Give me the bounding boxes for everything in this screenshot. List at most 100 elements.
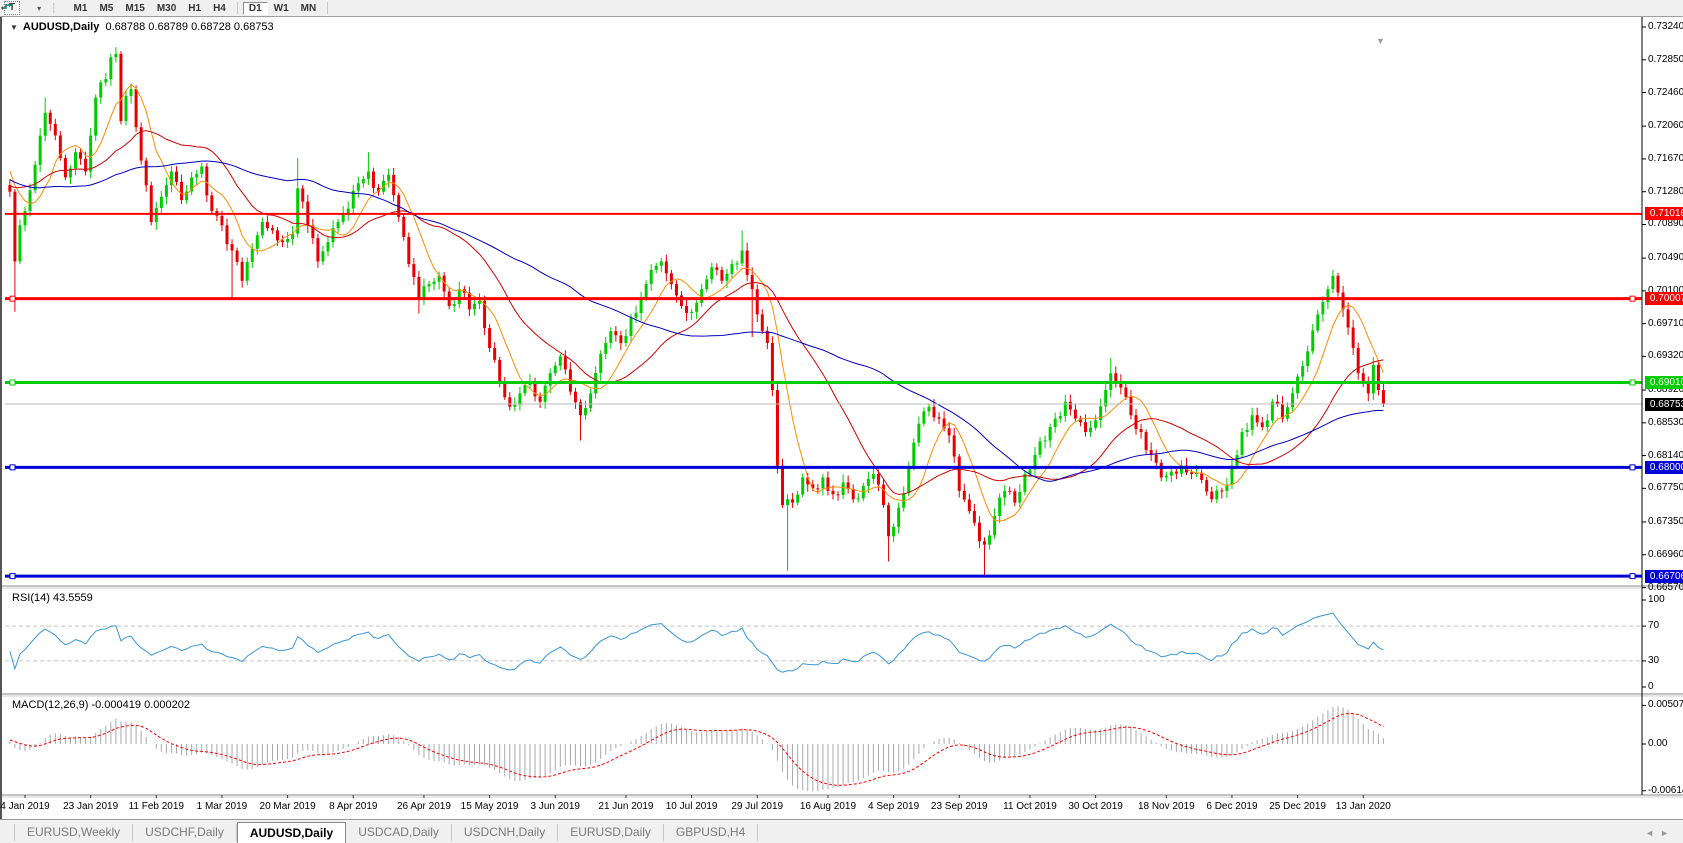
candle-body <box>392 175 395 195</box>
tab-eurusd-daily[interactable]: EURUSD,Daily <box>558 824 664 841</box>
toolbar-grip[interactable]: ┆ <box>51 3 57 14</box>
timeframe-button-M1[interactable]: M1 <box>68 2 94 15</box>
candle-body <box>145 161 148 186</box>
price-axis-tick: 0.67350 <box>1648 516 1683 528</box>
date-label: 18 Nov 2019 <box>1130 801 1202 812</box>
candle-body <box>650 270 653 284</box>
candle-body <box>220 216 223 226</box>
date-label: 16 Aug 2019 <box>792 801 864 812</box>
candle-body <box>18 225 21 261</box>
tab-usdchf-daily[interactable]: USDCHF,Daily <box>133 824 237 841</box>
timeframe-button-W1[interactable]: W1 <box>268 2 295 15</box>
hline-handle[interactable] <box>1630 465 1635 470</box>
hline-handle[interactable] <box>1630 296 1635 301</box>
candle-body <box>882 485 885 506</box>
tab-eurusd-weekly[interactable]: EURUSD,Weekly <box>14 824 133 841</box>
candle-body <box>887 505 890 536</box>
candle-body <box>1170 472 1173 476</box>
price-axis-tick: 0.69710 <box>1648 318 1683 330</box>
candle-body <box>1357 348 1360 373</box>
candle-body <box>49 113 52 124</box>
chart-shift-marker-icon[interactable]: ▼ <box>1376 36 1385 46</box>
candle-body <box>433 282 436 285</box>
hline-handle[interactable] <box>1630 574 1635 579</box>
timeframe-button-H4[interactable]: H4 <box>207 2 232 15</box>
tab-scroll-right-icon[interactable]: ► <box>1660 828 1675 838</box>
candle-body <box>1377 365 1380 390</box>
candle-body <box>922 411 925 423</box>
candle-body <box>119 54 122 121</box>
candle-body <box>236 251 239 262</box>
timeframe-button-M5[interactable]: M5 <box>93 2 119 15</box>
hline-handle[interactable] <box>10 296 15 301</box>
hline-handle[interactable] <box>1630 380 1635 385</box>
candle-body <box>715 267 718 270</box>
candle-body <box>200 166 203 173</box>
candle-body <box>1241 432 1244 455</box>
candle-body <box>680 295 683 306</box>
timeframe-button-MN[interactable]: MN <box>295 2 323 15</box>
rsi-axis-tick: 30 <box>1648 655 1659 667</box>
tab-usdcnh-daily[interactable]: USDCNH,Daily <box>452 824 558 841</box>
hline-handle[interactable] <box>10 574 15 579</box>
price-axis-tick: 0.72460 <box>1648 87 1683 99</box>
candle-body <box>276 230 279 240</box>
candle-body <box>195 174 198 178</box>
candle-body <box>1321 302 1324 314</box>
candle-body <box>781 466 784 505</box>
hline-handle[interactable] <box>10 380 15 385</box>
candle-body <box>826 477 829 490</box>
candle-body <box>801 477 804 494</box>
date-label: 13 Jan 2020 <box>1327 801 1399 812</box>
date-label: 4 Sep 2019 <box>858 801 930 812</box>
candle-body <box>761 314 764 330</box>
candle-body <box>948 428 951 435</box>
candle-body <box>1296 377 1299 394</box>
candle-body <box>852 489 855 499</box>
candle-body <box>39 136 42 165</box>
candle-body <box>296 188 299 233</box>
price-axis-tick: 0.68140 <box>1648 450 1683 462</box>
tab-gbpusd-h4[interactable]: GBPUSD,H4 <box>664 824 758 841</box>
macd-axis-tick: 0.00 <box>1648 738 1667 750</box>
candle-body <box>1039 441 1042 454</box>
candle-body <box>1049 427 1052 440</box>
candle-body <box>690 312 693 313</box>
tab-scroll-arrows[interactable]: ◄► <box>1645 828 1675 838</box>
hline-handle[interactable] <box>10 465 15 470</box>
candle-body <box>422 286 425 297</box>
candle-body <box>867 479 870 486</box>
tab-audusd-daily[interactable]: AUDUSD,Daily <box>237 822 346 843</box>
date-label: 10 Jul 2019 <box>656 801 728 812</box>
price-axis-tick: 0.67750 <box>1648 482 1683 494</box>
candle-body <box>104 79 107 82</box>
date-label: 30 Oct 2019 <box>1060 801 1132 812</box>
timeframe-button-D1[interactable]: D1 <box>243 2 268 15</box>
candle-body <box>1352 328 1355 348</box>
candle-body <box>816 488 819 489</box>
timeframe-button-M30[interactable]: M30 <box>151 2 182 15</box>
timeframe-group: M1M5M15M30H1H4 D1W1MN <box>68 2 334 15</box>
candle-body <box>473 304 476 310</box>
candle-body <box>897 508 900 527</box>
date-label: 8 Apr 2019 <box>317 801 389 812</box>
timeframe-button-M15[interactable]: M15 <box>119 2 150 15</box>
macd-signal-line <box>10 713 1384 785</box>
candle-body <box>468 293 471 310</box>
chart-canvas[interactable] <box>2 17 1683 819</box>
candle-body <box>417 277 420 298</box>
candle-body <box>1251 415 1254 430</box>
tab-usdcad-daily[interactable]: USDCAD,Daily <box>346 824 452 841</box>
candle-body <box>786 499 789 505</box>
candle-body <box>1089 428 1092 432</box>
date-label: 20 Mar 2019 <box>252 801 324 812</box>
candle-body <box>791 499 794 502</box>
candle-body <box>635 313 638 318</box>
candle-body <box>892 527 895 536</box>
date-label: 23 Jan 2019 <box>55 801 127 812</box>
candle-body <box>796 495 799 503</box>
tab-scroll-left-icon[interactable]: ◄ <box>1645 828 1660 838</box>
price-axis-tick: 0.73240 <box>1648 21 1683 33</box>
timeframe-button-H1[interactable]: H1 <box>182 2 207 15</box>
styles-dropdown-button[interactable]: ▾ <box>34 4 41 13</box>
